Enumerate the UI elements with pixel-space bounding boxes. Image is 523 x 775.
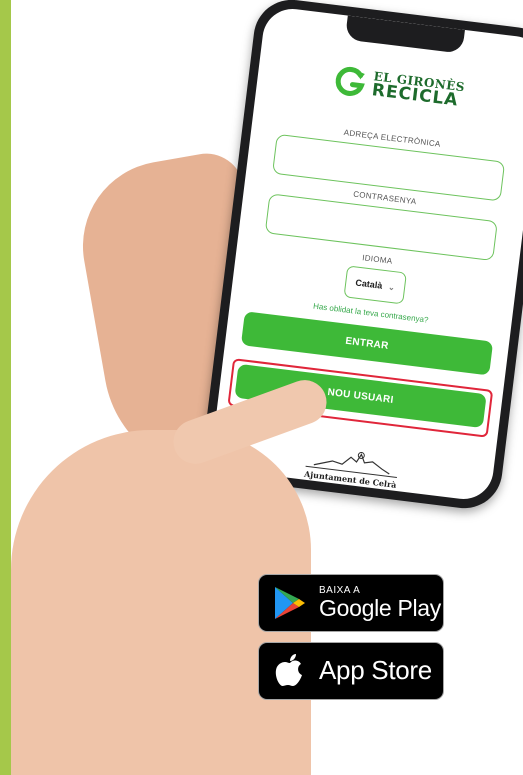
phone-notch (344, 15, 465, 54)
app-logo: EL GIRONÈS RECICLA (256, 53, 523, 121)
language-select[interactable]: Català ⌄ (343, 265, 407, 305)
app-store-big-text: App Store (319, 655, 432, 686)
app-store-badge[interactable]: App Store (258, 642, 444, 700)
language-selected-value: Català (354, 277, 383, 291)
chevron-down-icon: ⌄ (387, 282, 396, 292)
recycle-g-icon (335, 67, 365, 96)
google-play-big-text: Google Play (319, 595, 441, 622)
google-play-icon (271, 584, 309, 622)
google-play-badge[interactable]: BAIXA A Google Play (258, 574, 444, 632)
apple-icon (271, 652, 309, 690)
green-side-band (0, 0, 11, 775)
